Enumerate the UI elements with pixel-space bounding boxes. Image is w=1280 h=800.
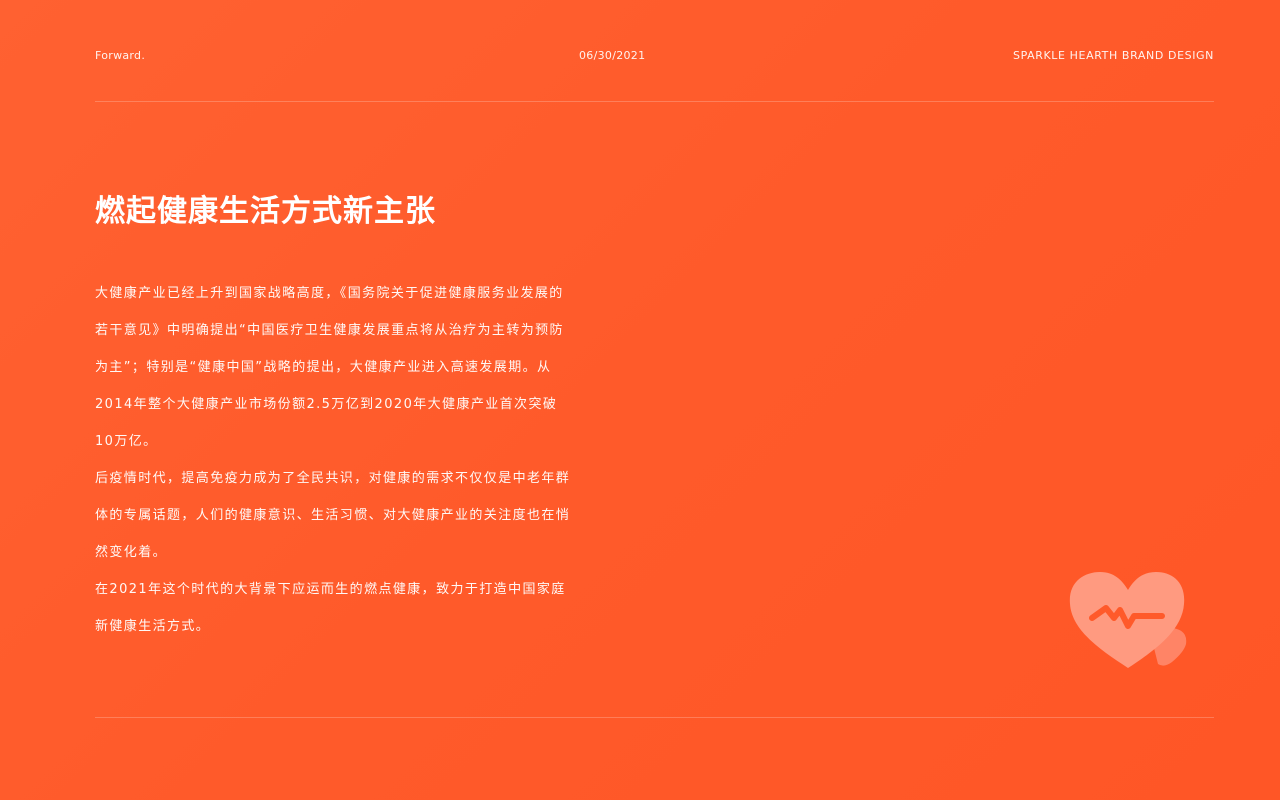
header-project-title: SPARKLE HEARTH BRAND DESIGN xyxy=(1012,49,1214,62)
heart-pulse-icon xyxy=(1064,568,1194,672)
header-date: 06/30/2021 xyxy=(579,49,646,62)
page-title: 燃起健康生活方式新主张 xyxy=(95,194,436,229)
top-divider xyxy=(95,101,1214,102)
paragraph-3: 在2021年这个时代的大背景下应运而生的燃点健康，致力于打造中国家庭新健康生活方… xyxy=(95,582,566,634)
paragraph-2: 后疫情时代，提高免疫力成为了全民共识，对健康的需求不仅仅是中老年群体的专属话题，… xyxy=(95,471,571,560)
header-brand-text: Forward. xyxy=(95,49,146,62)
body-text: 大健康产业已经上升到国家战略高度，《国务院关于促进健康服务业发展的若干意见》中明… xyxy=(95,275,575,645)
page-header: Forward. 06/30/2021 SPARKLE HEARTH BRAND… xyxy=(95,49,1214,65)
bottom-divider xyxy=(95,717,1214,718)
paragraph-1: 大健康产业已经上升到国家战略高度，《国务院关于促进健康服务业发展的若干意见》中明… xyxy=(95,286,564,449)
